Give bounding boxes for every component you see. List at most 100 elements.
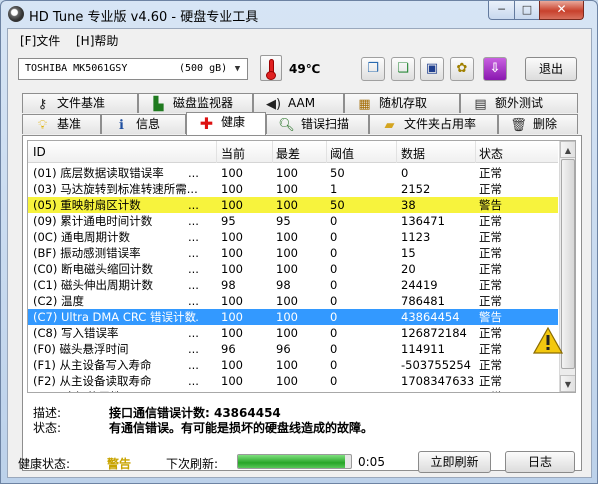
cell-thr: 0 [330, 326, 338, 340]
cell-status: 正常 [479, 389, 539, 392]
maximize-button[interactable]: □ [514, 1, 540, 20]
refresh-now-button[interactable]: 立即刷新 [418, 451, 491, 473]
table-row[interactable]: (03) 马达旋转到标准转速所需... 100 100 1 2152 正常 [28, 181, 558, 197]
cell-status: 警告 [479, 310, 502, 324]
tab-disk-monitor[interactable]: ▙ 磁盘监视器 [138, 93, 253, 113]
cell-worst: 95 [276, 214, 291, 228]
cell-status: 正常 [479, 294, 502, 308]
tab-benchmark[interactable]: 💡︎ 基准 [22, 114, 101, 134]
chevron-down-icon[interactable]: ▼ [230, 61, 245, 77]
scroll-down-icon[interactable]: ▼ [560, 375, 575, 392]
cell-thr: 0 [330, 374, 338, 388]
save-button[interactable]: ▣ [420, 57, 444, 81]
tab-folder-usage[interactable]: ▰ 文件夹占用率 [369, 114, 498, 134]
cell-ellipsis: ... [188, 358, 199, 372]
menu-file[interactable]: [F]文件 [20, 32, 60, 49]
cell-data: 1708347633 [401, 374, 475, 388]
cell-cur: 100 [221, 182, 243, 196]
thermometer-icon [260, 55, 282, 81]
table-row[interactable]: (BF) 振动感测错误率 100 100 0 15 正常... [28, 245, 558, 261]
col-header-status[interactable]: 状态 [479, 145, 503, 162]
table-header: ID 当前 最差 阈值 数据 状态 [28, 141, 558, 163]
table-row[interactable]: (C2) 温度 100 100 0 786481 正常... [28, 293, 558, 309]
col-header-threshold[interactable]: 阈值 [330, 145, 354, 162]
tab-label: 文件夹占用率 [404, 117, 477, 131]
table-row[interactable]: (01) 底层数据读取错误率 100 100 50 0 正常... [28, 165, 558, 181]
trash-icon: 🗑︎ [510, 118, 527, 133]
scroll-thumb[interactable] [561, 159, 575, 369]
cell-thr: 0 [330, 310, 338, 324]
table-row[interactable]: (F1) 从主设备写入寿命 100 100 0 -503755254 正常... [28, 357, 558, 373]
cell-id: (09) 累计通电时间计数 [33, 214, 153, 228]
col-header-worst[interactable]: 最差 [276, 145, 300, 162]
cell-cur: 100 [221, 166, 243, 180]
col-header-current[interactable]: 当前 [221, 145, 245, 162]
download-icon: ⇩ [489, 61, 501, 76]
tab-erase[interactable]: 🗑︎ 删除 [498, 114, 578, 134]
scroll-up-icon[interactable]: ▲ [560, 141, 575, 158]
log-button[interactable]: 日志 [505, 451, 575, 473]
col-header-data[interactable]: 数据 [401, 145, 425, 162]
folder-icon: ▰ [384, 118, 395, 133]
cell-status: 正常 [479, 182, 502, 196]
cell-ellipsis: ... [188, 214, 199, 228]
table-row[interactable]: (C0) 断电磁头缩回计数 100 100 0 20 正常... [28, 261, 558, 277]
cell-status: 正常 [479, 326, 502, 340]
exit-button[interactable]: 退出 [525, 57, 577, 81]
table-row[interactable]: (0C) 通电周期计数 100 100 0 1123 正常... [28, 229, 558, 245]
cell-thr: 0 [330, 294, 338, 308]
close-button[interactable]: ✕ [539, 1, 584, 20]
table-row[interactable]: (05) 重映射扇区计数 100 100 50 38 警告... [28, 197, 558, 213]
table-row[interactable]: (C8) 写入错误率 100 100 0 126872184 正常... [28, 325, 558, 341]
cell-worst: 96 [276, 342, 291, 356]
menu-help[interactable]: [H]帮助 [76, 32, 118, 49]
minimize-button[interactable]: ─ [488, 1, 515, 20]
cell-thr: 0 [330, 230, 338, 244]
cell-worst: 100 [276, 374, 298, 388]
cell-cur: 100 [221, 326, 243, 340]
tab-health[interactable]: ✚ 健康 [186, 112, 266, 135]
cell-ellipsis: ... [188, 342, 199, 356]
copy-all-button[interactable]: ❏ [391, 57, 415, 81]
toolbar: TOSHIBA MK5061GSY (500 gB) ▼ 49℃ ❐ ❏ ▣ ✿… [8, 51, 591, 91]
col-header-id[interactable]: ID [33, 145, 46, 159]
tab-info[interactable]: ℹ 信息 [101, 114, 186, 134]
tab-error-scan[interactable]: 🔍︎ 错误扫描 [266, 114, 369, 134]
tab-random-access[interactable]: ▦ 随机存取 [344, 93, 460, 113]
table-row[interactable]: (C7) Ultra DMA CRC 错误计数 100 100 0 43864454 警告… [28, 309, 558, 325]
table-row[interactable]: (F2) 从主设备读取寿命 100 100 0 1708347633 正常... [28, 373, 558, 389]
table-row[interactable]: (FE) (未知的属性)10010000正常... [28, 389, 558, 392]
cell-cur: 100 [221, 294, 243, 308]
drive-select[interactable]: TOSHIBA MK5061GSY (500 gB) ▼ [18, 58, 248, 80]
cell-status: 正常 [479, 214, 502, 228]
copy-icon: ❐ [367, 61, 379, 76]
health-cross-icon: ✚ [199, 114, 214, 133]
cell-status: 正常 [479, 166, 502, 180]
tab-file-benchmark[interactable]: ⚷ 文件基准 [22, 93, 138, 113]
refresh-countdown: 0:05 [358, 455, 385, 469]
cell-id: (05) 重映射扇区计数 [33, 198, 141, 212]
cell-ellipsis: ... [188, 374, 199, 388]
options-button[interactable]: ✿ [450, 57, 474, 81]
cell-id: (C2) 温度 [33, 294, 84, 308]
title-bar[interactable]: HD Tune 专业版 v4.60 - 硬盘专业工具 ─ □ ✕ [1, 1, 597, 27]
info-icon: ℹ [119, 118, 124, 133]
tab-extra-tests[interactable]: ▤ 额外测试 [460, 93, 578, 113]
table-row[interactable]: (F0) 磁头悬浮时间 96 96 0 114911 正常... [28, 341, 558, 357]
window-title: HD Tune 专业版 v4.60 - 硬盘专业工具 [29, 10, 259, 25]
table-row[interactable]: (09) 累计通电时间计数 95 95 0 136471 正常... [28, 213, 558, 229]
progress-fill [238, 455, 346, 468]
cell-data: 15 [401, 246, 416, 260]
cell-cur: 100 [221, 310, 243, 324]
download-button[interactable]: ⇩ [483, 57, 507, 81]
bulb-icon: 💡︎ [37, 118, 48, 133]
cell-data: 1123 [401, 230, 431, 244]
cell-cur: 96 [221, 342, 236, 356]
cell-cur: 100 [221, 230, 243, 244]
tab-aam[interactable]: ◀) AAM [253, 93, 344, 113]
refresh-progress-bar [237, 454, 352, 469]
copy-button[interactable]: ❐ [361, 57, 385, 81]
cell-thr: 0 [330, 278, 338, 292]
table-row[interactable]: (C1) 磁头伸出周期计数 98 98 0 24419 正常... [28, 277, 558, 293]
cell-worst: 100 [276, 246, 298, 260]
